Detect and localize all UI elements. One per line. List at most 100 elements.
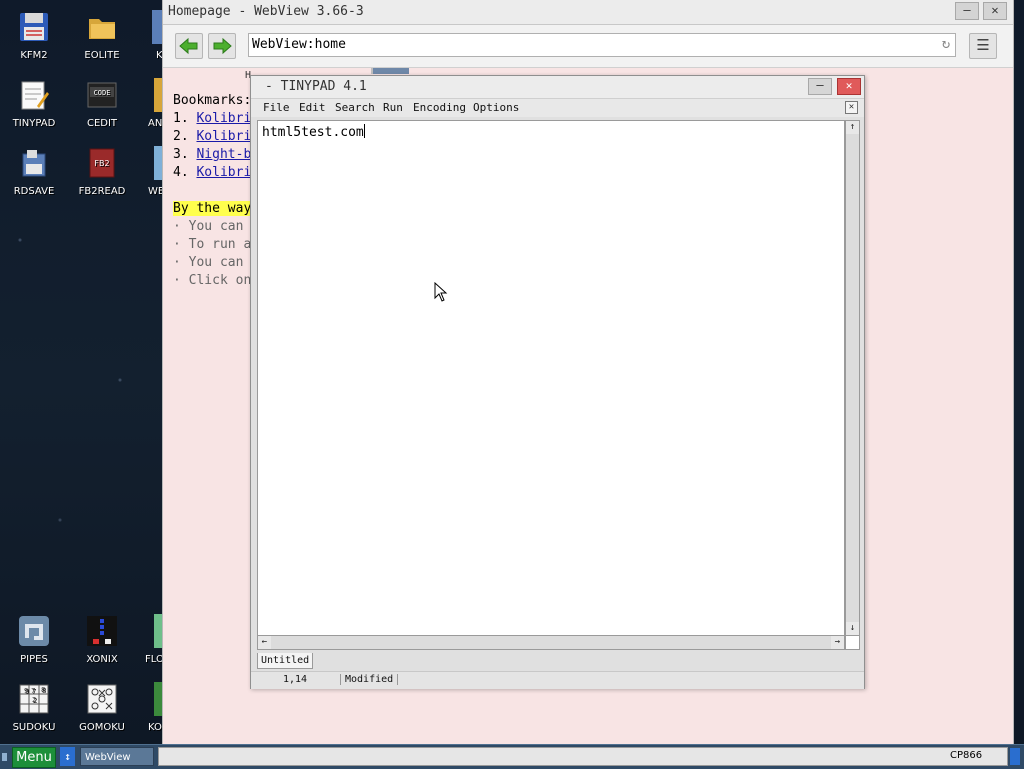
partial-app-icon [154, 682, 162, 716]
desktop-icon-partial[interactable]: KO [138, 682, 162, 733]
webview-titlebar[interactable]: Homepage - WebView 3.66-3 – ✕ [163, 0, 1013, 25]
tinypad-window[interactable]: - TINYPAD 4.1 – ✕ File Edit Search Run E… [250, 75, 865, 689]
close-button[interactable]: ✕ [983, 2, 1007, 20]
hamburger-menu-button[interactable]: ☰ [969, 33, 997, 59]
menu-options[interactable]: Options [473, 101, 519, 114]
code-editor-icon: CODE [87, 82, 117, 108]
desktop-icon-label: GOMOKU [79, 722, 125, 733]
floppy-disk-icon [20, 13, 48, 41]
scroll-right-icon[interactable]: → [831, 636, 844, 649]
desktop-icon-label: XONIX [86, 654, 118, 665]
desktop-icon-label: WE [148, 186, 162, 197]
desktop-icon-pipes[interactable]: PIPES [2, 614, 66, 665]
book-reader-icon: FB2 [89, 148, 115, 178]
text-caret [363, 124, 365, 138]
mouse-pointer-icon [434, 282, 448, 302]
desktop-icon-kfm2[interactable]: KFM2 [2, 10, 66, 61]
status-bar: 1,14 Modified [251, 671, 864, 689]
pipes-game-icon [19, 616, 49, 646]
close-tab-button[interactable]: ✕ [845, 101, 858, 114]
back-button[interactable] [175, 33, 203, 59]
menu-encoding[interactable]: Encoding [413, 101, 466, 114]
desktop-icon-label: K [156, 50, 162, 61]
scroll-left-icon[interactable]: ← [258, 636, 271, 649]
svg-text:FB2: FB2 [94, 159, 109, 168]
desktop-icon-xonix[interactable]: XONIX [70, 614, 134, 665]
desktop-icon-partial[interactable]: FLO [138, 614, 162, 665]
minimize-button[interactable]: – [808, 78, 832, 95]
desktop-icon-label: PIPES [20, 654, 48, 665]
desktop-icon-sudoku[interactable]: 9 7 8 2 SUDOKU [2, 682, 66, 733]
notepad-icon [21, 81, 49, 110]
modified-indicator: Modified [340, 674, 399, 685]
bookmark-number: 3. [173, 147, 189, 162]
menu-edit[interactable]: Edit [299, 101, 326, 114]
xonix-game-icon [87, 616, 117, 646]
ramdisk-save-icon [22, 150, 46, 177]
window-title: Homepage - WebView 3.66-3 [168, 4, 364, 19]
svg-text:CODE: CODE [94, 89, 111, 97]
desktop-icon-label: RDSAVE [13, 186, 55, 197]
partial-app-icon [154, 78, 162, 112]
taskbar-grip [2, 753, 7, 761]
desktop-icon-label: AN [148, 118, 162, 129]
text-editor[interactable]: html5test.com [257, 120, 845, 636]
sudoku-grid-icon: 9 7 8 2 [19, 684, 49, 714]
document-tab[interactable]: Untitled [257, 653, 313, 669]
desktop-icon-partial[interactable]: WE [138, 146, 162, 197]
desktop-icon-rdsave[interactable]: RDSAVE [2, 146, 66, 197]
desktop-icon-partial[interactable]: AN [138, 78, 162, 129]
start-menu-button[interactable]: Menu [12, 747, 56, 768]
codepage-indicator[interactable]: CP866 [950, 750, 982, 761]
forward-arrow-icon [213, 37, 232, 55]
scroll-down-icon[interactable]: ↓ [846, 622, 859, 635]
bookmark-number: 1. [173, 111, 189, 126]
desktop-icon-tinypad[interactable]: TINYPAD [2, 78, 66, 129]
svg-text:8: 8 [41, 686, 45, 694]
menu-file[interactable]: File [263, 101, 290, 114]
taskbar-item-webview[interactable]: WebView [80, 747, 154, 766]
desktop-icon-label: FLO [145, 654, 162, 665]
close-button[interactable]: ✕ [837, 78, 861, 95]
desktop-icon-label: SUDOKU [12, 722, 56, 733]
bookmark-link[interactable]: Kolibri [196, 129, 251, 144]
taskbar: Menu ↕ WebView CP866 [0, 744, 1024, 769]
svg-text:2: 2 [32, 696, 36, 704]
desktop-icon-eolite[interactable]: EOLITE [70, 10, 134, 61]
tray-icon[interactable] [1010, 748, 1020, 765]
menu-run[interactable]: Run [383, 101, 403, 114]
desktop-icon-label: TINYPAD [12, 118, 56, 129]
desktop-icon-label: KFM2 [20, 50, 48, 61]
bookmark-link[interactable]: Night-b [196, 147, 251, 162]
desktop-icon-partial[interactable]: K [138, 10, 162, 61]
desktop-icon-label: EOLITE [84, 50, 120, 61]
bookmark-link[interactable]: Kolibri [196, 165, 251, 180]
tinypad-titlebar[interactable]: - TINYPAD 4.1 – ✕ [251, 76, 864, 99]
menu-search[interactable]: Search [335, 101, 375, 114]
webview-toolbar: WebView:home ↻ ☰ [163, 25, 1013, 68]
desktop-icon-gomoku[interactable]: GOMOKU [70, 682, 134, 733]
scrollbar-corner [845, 635, 860, 650]
folder-icon [89, 19, 115, 39]
minimize-button[interactable]: – [955, 2, 979, 20]
desktop-icon-cedit[interactable]: CODE CEDIT [70, 78, 134, 129]
address-bar[interactable]: WebView:home [248, 33, 956, 57]
bookmark-link[interactable]: Kolibri [196, 111, 251, 126]
reload-icon[interactable]: ↻ [938, 36, 954, 52]
editor-text: html5test.com [262, 125, 364, 140]
partial-app-icon [154, 146, 162, 180]
tab-strip-active[interactable] [373, 68, 409, 74]
bookmark-number: 4. [173, 165, 189, 180]
window-switch-icon[interactable]: ↕ [60, 747, 75, 766]
forward-button[interactable] [208, 33, 236, 59]
scroll-up-icon[interactable]: ↑ [846, 121, 859, 134]
by-the-way-heading: By the way [173, 201, 252, 216]
horizontal-scrollbar[interactable]: ← → [257, 635, 845, 650]
taskbar-area [158, 747, 1008, 766]
menu-bar: File Edit Search Run Encoding Options ✕ [251, 99, 864, 117]
desktop-icon-fb2read[interactable]: FB2 FB2READ [70, 146, 134, 197]
vertical-scrollbar[interactable]: ↑ ↓ [845, 120, 860, 636]
gomoku-board-icon [87, 684, 117, 714]
desktop-icon-label: CEDIT [86, 118, 118, 129]
svg-text:9: 9 [24, 687, 28, 695]
